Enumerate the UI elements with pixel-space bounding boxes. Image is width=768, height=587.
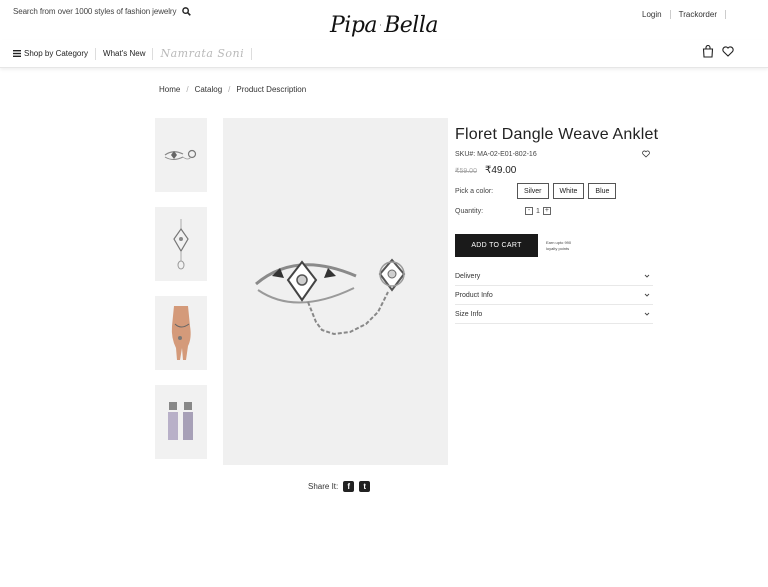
accordion-label: Size Info: [455, 310, 483, 318]
cart-row: ADD TO CART Earn upto 990 loyalty points: [455, 234, 655, 257]
product-main-image[interactable]: [223, 118, 448, 465]
logo-text-right: Bella: [384, 12, 438, 38]
color-option-blue[interactable]: Blue: [588, 183, 617, 199]
logo-text-left: Pipa: [330, 12, 378, 38]
quantity-increase-button[interactable]: +: [542, 207, 551, 215]
tassel-earrings-thumbnail: [168, 402, 193, 440]
product-sku: SKU#: MA-02-E01-802-16: [455, 150, 537, 158]
shop-by-category-link[interactable]: Shop by Category: [24, 49, 88, 58]
color-option-white[interactable]: White: [552, 183, 585, 199]
loyalty-points-text: Earn upto 990 loyalty points: [546, 240, 572, 251]
nav-menu: Shop by Category What's New Namrata Soni: [13, 47, 259, 60]
share-label: Share It:: [308, 482, 339, 491]
accordion-label: Delivery: [455, 272, 481, 280]
quantity-value[interactable]: 1: [536, 208, 540, 215]
breadcrumb-catalog[interactable]: Catalog: [195, 85, 223, 94]
thumbnail-image[interactable]: [155, 385, 207, 459]
twitter-icon[interactable]: t: [359, 481, 371, 492]
search-input[interactable]: Search from over 1000 styles of fashion …: [13, 7, 176, 16]
accordion-product-info[interactable]: Product Info: [455, 286, 653, 305]
trackorder-link[interactable]: Trackorder: [679, 10, 717, 19]
search-icon[interactable]: [182, 7, 192, 16]
divider: [251, 47, 253, 60]
wishlist-heart-icon[interactable]: [722, 45, 734, 58]
breadcrumb-home[interactable]: Home: [159, 85, 180, 94]
product-accordion: Delivery Product Info Size Info: [455, 267, 653, 324]
shopping-bag-icon[interactable]: [702, 45, 714, 58]
color-selector: Pick a color: Silver White Blue: [455, 183, 655, 199]
divider: [152, 47, 154, 60]
breadcrumb: Home / Catalog / Product Description: [159, 85, 306, 94]
accordion-delivery[interactable]: Delivery: [455, 267, 653, 286]
breadcrumb-current: Product Description: [236, 85, 307, 94]
whats-new-link[interactable]: What's New: [103, 49, 145, 58]
original-price: ₹59.00: [455, 168, 477, 175]
breadcrumb-separator: /: [186, 85, 189, 94]
quantity-decrease-button[interactable]: -: [525, 207, 533, 215]
divider: [95, 47, 97, 60]
chevron-down-icon: [644, 293, 650, 297]
hand-chain-bracelet-image: [254, 257, 405, 335]
chevron-down-icon: [644, 274, 650, 278]
divider: [725, 10, 726, 19]
accordion-size-info[interactable]: Size Info: [455, 305, 653, 324]
top-bar: Search from over 1000 styles of fashion …: [0, 0, 768, 40]
designer-signature-link[interactable]: Namrata Soni: [160, 47, 244, 60]
color-label: Pick a color:: [455, 187, 494, 195]
nav-icons: [702, 45, 734, 58]
breadcrumb-separator: /: [228, 85, 231, 94]
hand-chain-thumbnail: [164, 149, 197, 160]
nav-bar: Shop by Category What's New Namrata Soni: [0, 40, 768, 68]
share-section: Share It: f t: [308, 481, 371, 492]
facebook-icon[interactable]: f: [343, 481, 355, 492]
accordion-label: Product Info: [455, 291, 493, 299]
sale-price: ₹49.00: [484, 165, 517, 176]
add-to-cart-button[interactable]: ADD TO CART: [455, 234, 538, 257]
thumbnail-image[interactable]: [155, 207, 207, 281]
thumbnail-list: [155, 118, 207, 474]
quantity-label: Quantity:: [455, 207, 484, 215]
product-details: Floret Dangle Weave Anklet SKU#: MA-02-E…: [455, 126, 659, 324]
product-title: Floret Dangle Weave Anklet: [455, 126, 659, 143]
pendant-thumbnail: [173, 219, 189, 270]
divider: [669, 10, 671, 19]
wishlist-heart-icon[interactable]: [642, 150, 650, 158]
thumbnail-image[interactable]: [155, 296, 207, 370]
sku-row: SKU#: MA-02-E01-802-16: [455, 150, 655, 158]
login-link[interactable]: Login: [642, 10, 662, 19]
account-links: Login Trackorder: [642, 10, 734, 19]
search-bar[interactable]: Search from over 1000 styles of fashion …: [13, 7, 192, 16]
hand-model-thumbnail: [171, 306, 191, 360]
thumbnail-image[interactable]: [155, 118, 207, 192]
logo[interactable]: Pipa Bella: [330, 10, 438, 40]
color-option-silver[interactable]: Silver: [517, 183, 549, 199]
hamburger-icon[interactable]: [13, 50, 21, 57]
price-row: ₹59.00 ₹49.00: [455, 165, 655, 176]
logo-flower-icon: [380, 24, 382, 26]
quantity-stepper: Quantity: - 1 +: [455, 207, 655, 215]
chevron-down-icon: [644, 312, 650, 316]
